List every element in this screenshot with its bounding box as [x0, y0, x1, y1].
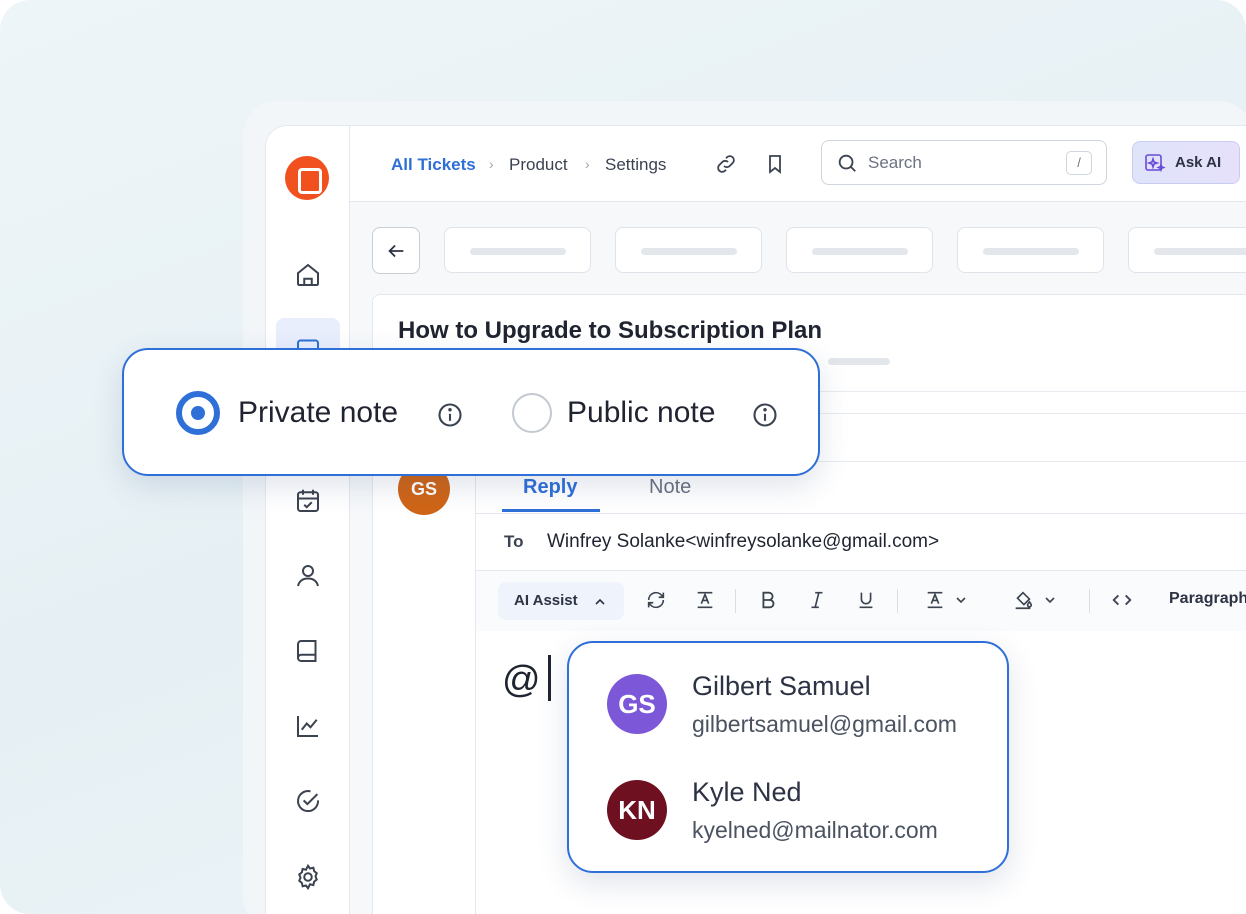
- avatar: KN: [607, 780, 667, 840]
- note-type-selector: Private note Public note: [122, 348, 820, 476]
- format-toolbar: AI Assist Paragraph: [476, 571, 1246, 631]
- to-label: To: [504, 532, 524, 551]
- mention-email: kyelned@mailnator.com: [692, 817, 938, 843]
- home-icon[interactable]: [288, 255, 328, 295]
- ai-sparkle-icon: [1145, 154, 1166, 173]
- settings-gear-icon[interactable]: [288, 857, 328, 897]
- bookmark-icon[interactable]: [763, 152, 787, 176]
- placeholder-tab[interactable]: [615, 227, 762, 273]
- ai-assist-button[interactable]: AI Assist: [498, 582, 624, 620]
- skeleton-line: [828, 358, 890, 365]
- breadcrumb-all-tickets[interactable]: All Tickets: [391, 155, 476, 175]
- active-tab-indicator: [502, 509, 600, 512]
- placeholder-tab[interactable]: [444, 227, 591, 273]
- chevron-up-icon: [595, 598, 605, 605]
- book-icon[interactable]: [288, 631, 328, 671]
- mention-email: gilbertsamuel@gmail.com: [692, 711, 957, 737]
- placeholder-tab[interactable]: [957, 227, 1104, 273]
- public-note-label[interactable]: Public note: [567, 396, 715, 430]
- brand-logo[interactable]: [285, 156, 329, 200]
- paragraph-style-select[interactable]: Paragraph: [1169, 590, 1246, 608]
- tab-note[interactable]: Note: [649, 476, 691, 499]
- chevron-down-icon[interactable]: [1042, 592, 1058, 608]
- bold-icon[interactable]: [757, 589, 779, 611]
- private-note-label[interactable]: Private note: [238, 396, 398, 430]
- editor-body-text[interactable]: @: [502, 659, 541, 702]
- placeholder-tab[interactable]: [786, 227, 933, 273]
- ask-ai-label: Ask AI: [1175, 154, 1222, 171]
- breadcrumb-product[interactable]: Product: [509, 155, 568, 175]
- search-input[interactable]: Search /: [821, 140, 1107, 185]
- chevron-right-icon: ›: [489, 156, 494, 172]
- separator: [735, 589, 736, 613]
- mention-dropdown: GS Gilbert Samuel gilbertsamuel@gmail.co…: [567, 641, 1009, 873]
- avatar: GS: [607, 674, 667, 734]
- back-button[interactable]: [372, 227, 420, 274]
- link-icon[interactable]: [714, 152, 738, 176]
- refresh-icon[interactable]: [645, 589, 667, 611]
- search-shortcut: /: [1066, 151, 1092, 175]
- tab-reply[interactable]: Reply: [523, 476, 577, 499]
- ai-assist-label: AI Assist: [514, 592, 578, 609]
- to-recipient-field[interactable]: Winfrey Solanke<winfreysolanke@gmail.com…: [547, 531, 939, 553]
- separator: [1089, 589, 1090, 613]
- search-icon: [838, 154, 856, 172]
- placeholder-tab[interactable]: [1128, 227, 1246, 273]
- ticket-title: How to Upgrade to Subscription Plan: [398, 317, 823, 344]
- to-row: To Winfrey Solanke<winfreysolanke@gmail.…: [476, 513, 1246, 571]
- top-bar: All Tickets › Product › Settings Search …: [350, 126, 1246, 202]
- arrow-left-icon: [388, 244, 404, 257]
- sidebar: [266, 126, 350, 914]
- chevron-right-icon: ›: [585, 156, 590, 172]
- breadcrumb-settings[interactable]: Settings: [605, 155, 666, 175]
- text-cursor: [548, 655, 551, 701]
- mention-name: Gilbert Samuel: [692, 671, 871, 701]
- highlight-fill-icon[interactable]: [1012, 589, 1034, 611]
- analytics-icon[interactable]: [288, 706, 328, 746]
- italic-icon[interactable]: [806, 589, 828, 611]
- separator: [897, 589, 898, 613]
- mention-name: Kyle Ned: [692, 777, 802, 807]
- info-icon[interactable]: [436, 401, 464, 429]
- chevron-down-icon[interactable]: [953, 592, 969, 608]
- user-icon[interactable]: [288, 556, 328, 596]
- private-note-radio[interactable]: [176, 391, 220, 435]
- ask-ai-button[interactable]: Ask AI: [1132, 141, 1240, 184]
- check-circle-icon[interactable]: [288, 781, 328, 821]
- underline-icon[interactable]: [855, 589, 877, 611]
- clear-format-icon[interactable]: [694, 589, 716, 611]
- code-icon[interactable]: [1110, 589, 1134, 611]
- public-note-radio[interactable]: [512, 393, 552, 433]
- text-color-icon[interactable]: [924, 589, 946, 611]
- calendar-check-icon[interactable]: [288, 481, 328, 521]
- search-placeholder: Search: [868, 153, 922, 172]
- info-icon[interactable]: [751, 401, 779, 429]
